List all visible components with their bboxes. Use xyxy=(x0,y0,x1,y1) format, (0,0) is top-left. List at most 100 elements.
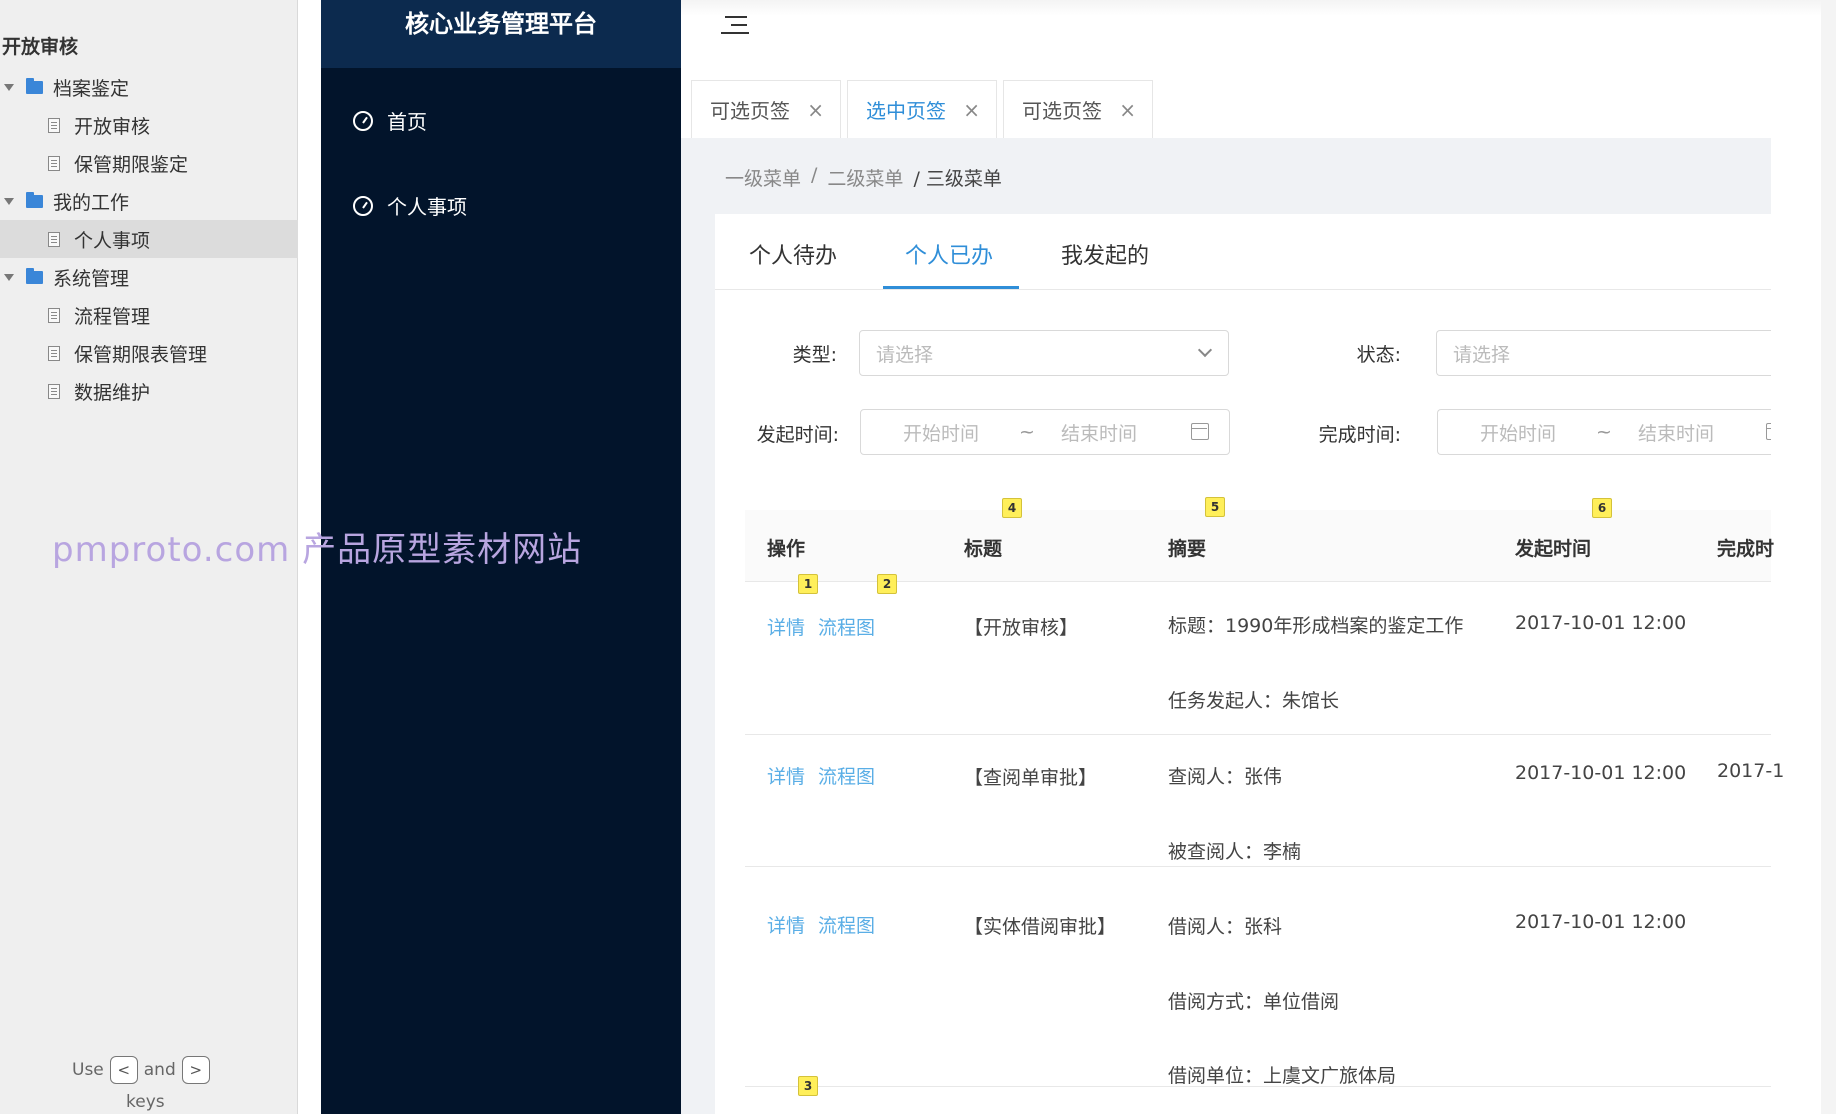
nav-item-label: 首页 xyxy=(387,110,427,134)
detail-link[interactable]: 详情 xyxy=(767,911,805,938)
sitemap-page-name: 开放审核 xyxy=(2,36,79,58)
folder-icon xyxy=(26,191,43,208)
page-tab-optional-1[interactable]: 可选页签 × xyxy=(691,80,841,138)
column-header-actions: 操作 xyxy=(767,538,806,560)
type-select[interactable]: 请选择 xyxy=(859,330,1229,376)
row-title: 【实体借阅审批】 xyxy=(964,916,1117,938)
sitemap-item-label: 档案鉴定 xyxy=(53,77,130,100)
caret-down-icon[interactable] xyxy=(4,273,14,281)
start-time-range-picker[interactable]: 开始时间 ~ 结束时间 xyxy=(860,409,1230,455)
flowchart-link[interactable]: 流程图 xyxy=(818,762,875,789)
nav-item-home[interactable]: 首页 xyxy=(353,106,427,135)
menu-fold-icon[interactable] xyxy=(719,16,749,36)
sitemap-item-label: 流程管理 xyxy=(74,305,151,328)
range-start-input[interactable]: 开始时间 xyxy=(1480,419,1556,446)
close-icon[interactable]: × xyxy=(963,98,980,122)
range-start-input[interactable]: 开始时间 xyxy=(903,419,979,446)
row-finish-time: 2017-1 xyxy=(1717,760,1785,782)
status-select[interactable]: 请选择 xyxy=(1436,330,1771,376)
close-icon[interactable]: × xyxy=(807,98,824,122)
detail-link[interactable]: 详情 xyxy=(767,762,805,789)
annotation-marker-6: 6 xyxy=(1592,498,1612,518)
sitemap-item-label: 个人事项 xyxy=(74,229,151,252)
type-select-placeholder: 请选择 xyxy=(876,343,934,366)
annotation-marker-1: 1 xyxy=(798,574,818,594)
sitemap-item-label: 开放审核 xyxy=(74,115,151,138)
breadcrumb-level-1[interactable]: 一级菜单 xyxy=(725,164,801,191)
row-divider xyxy=(745,1086,1771,1087)
page-icon xyxy=(48,307,60,323)
page-tab-label: 选中页签 xyxy=(866,99,946,123)
sitemap-folder-my-work[interactable]: 我的工作 xyxy=(0,182,298,220)
sitemap-page-personal-items[interactable]: 个人事项 xyxy=(0,220,298,258)
sitemap-page-open-review[interactable]: 开放审核 xyxy=(0,106,298,144)
column-header-title: 标题 xyxy=(964,538,1003,560)
row-title: 【开放审核】 xyxy=(964,617,1079,639)
page-icon xyxy=(48,231,60,247)
sitemap-item-label: 我的工作 xyxy=(53,191,130,214)
folder-icon xyxy=(26,77,43,94)
main-area: 可选页签 × 选中页签 × 可选页签 × 一级菜单 / 二级菜单 / 三级菜单 … xyxy=(681,0,1821,1114)
tab-personal-todo[interactable]: 个人待办 xyxy=(749,238,837,270)
row-summary-line: 借阅人：张科 xyxy=(1168,916,1283,938)
next-key-icon[interactable]: > xyxy=(181,1056,210,1084)
flowchart-link[interactable]: 流程图 xyxy=(818,911,875,938)
page-tab-label: 可选页签 xyxy=(710,99,790,123)
gauge-icon xyxy=(353,195,373,216)
sitemap-folder-archive-appraisal[interactable]: 档案鉴定 xyxy=(0,68,298,106)
row-divider xyxy=(745,734,1771,735)
hint-use: Use xyxy=(72,1060,104,1080)
sitemap-folder-system[interactable]: 系统管理 xyxy=(0,258,298,296)
status-label: 状态: xyxy=(1356,344,1401,366)
flowchart-link[interactable]: 流程图 xyxy=(818,613,875,640)
sitemap-item-label: 数据维护 xyxy=(74,381,151,404)
page-icon xyxy=(48,117,60,133)
caret-down-icon[interactable] xyxy=(4,197,14,205)
hint-keys: keys xyxy=(126,1092,165,1112)
nav-item-label: 个人事项 xyxy=(387,195,467,219)
finish-time-label: 完成时间: xyxy=(1318,424,1401,446)
tab-personal-done[interactable]: 个人已办 xyxy=(905,238,993,270)
page-tab-optional-2[interactable]: 可选页签 × xyxy=(1003,80,1153,138)
calendar-icon[interactable] xyxy=(1191,423,1209,440)
row-summary-line: 标题：1990年形成档案的鉴定工作 xyxy=(1168,615,1464,637)
annotation-marker-3: 3 xyxy=(798,1076,818,1096)
range-separator: ~ xyxy=(1596,421,1612,443)
page-icon xyxy=(48,155,60,171)
column-header-summary: 摘要 xyxy=(1168,538,1207,560)
close-icon[interactable]: × xyxy=(1119,98,1136,122)
breadcrumb: 一级菜单 / 二级菜单 / 三级菜单 xyxy=(725,164,1002,191)
breadcrumb-level-2[interactable]: 二级菜单 xyxy=(827,164,903,191)
range-end-input[interactable]: 结束时间 xyxy=(1638,419,1714,446)
table-header: 操作 标题 摘要 发起时间 完成时 xyxy=(745,510,1774,582)
type-label: 类型: xyxy=(792,344,837,366)
sitemap-page-data-maintenance[interactable]: 数据维护 xyxy=(0,372,298,410)
page-tab-label: 可选页签 xyxy=(1022,99,1102,123)
sitemap-page-retention-table[interactable]: 保管期限表管理 xyxy=(0,334,298,372)
page-tab-selected[interactable]: 选中页签 × xyxy=(847,80,997,138)
detail-link[interactable]: 详情 xyxy=(767,613,805,640)
row-divider xyxy=(745,866,1771,867)
keyboard-hint: Use < and > xyxy=(72,1056,210,1084)
logo-bar: 核心业务管理平台 xyxy=(321,0,681,68)
prev-key-icon[interactable]: < xyxy=(109,1056,138,1084)
tab-initiated-by-me[interactable]: 我发起的 xyxy=(1061,238,1149,270)
hint-and: and xyxy=(143,1060,176,1080)
range-separator: ~ xyxy=(1019,421,1035,443)
row-summary-line: 被查阅人：李楠 xyxy=(1168,841,1302,863)
sub-tabs: 个人待办 个人已办 我发起的 xyxy=(715,214,1771,290)
caret-down-icon[interactable] xyxy=(4,83,14,91)
page-icon xyxy=(48,383,60,399)
nav-item-personal-items[interactable]: 个人事项 xyxy=(353,191,467,220)
column-header-start-time: 发起时间 xyxy=(1515,538,1592,560)
calendar-icon[interactable] xyxy=(1766,423,1771,440)
range-end-input[interactable]: 结束时间 xyxy=(1061,419,1137,446)
page-scrollbar[interactable] xyxy=(1821,0,1836,1114)
sitemap-page-process[interactable]: 流程管理 xyxy=(0,296,298,334)
sitemap-item-label: 系统管理 xyxy=(53,267,130,290)
finish-time-range-picker[interactable]: 开始时间 ~ 结束时间 xyxy=(1437,409,1771,455)
breadcrumb-level-3: / 三级菜单 xyxy=(913,168,1002,190)
row-summary-line: 查阅人：张伟 xyxy=(1168,766,1283,788)
sitemap-page-retention-appraisal[interactable]: 保管期限鉴定 xyxy=(0,144,298,182)
sitemap-item-label: 保管期限表管理 xyxy=(74,343,208,366)
